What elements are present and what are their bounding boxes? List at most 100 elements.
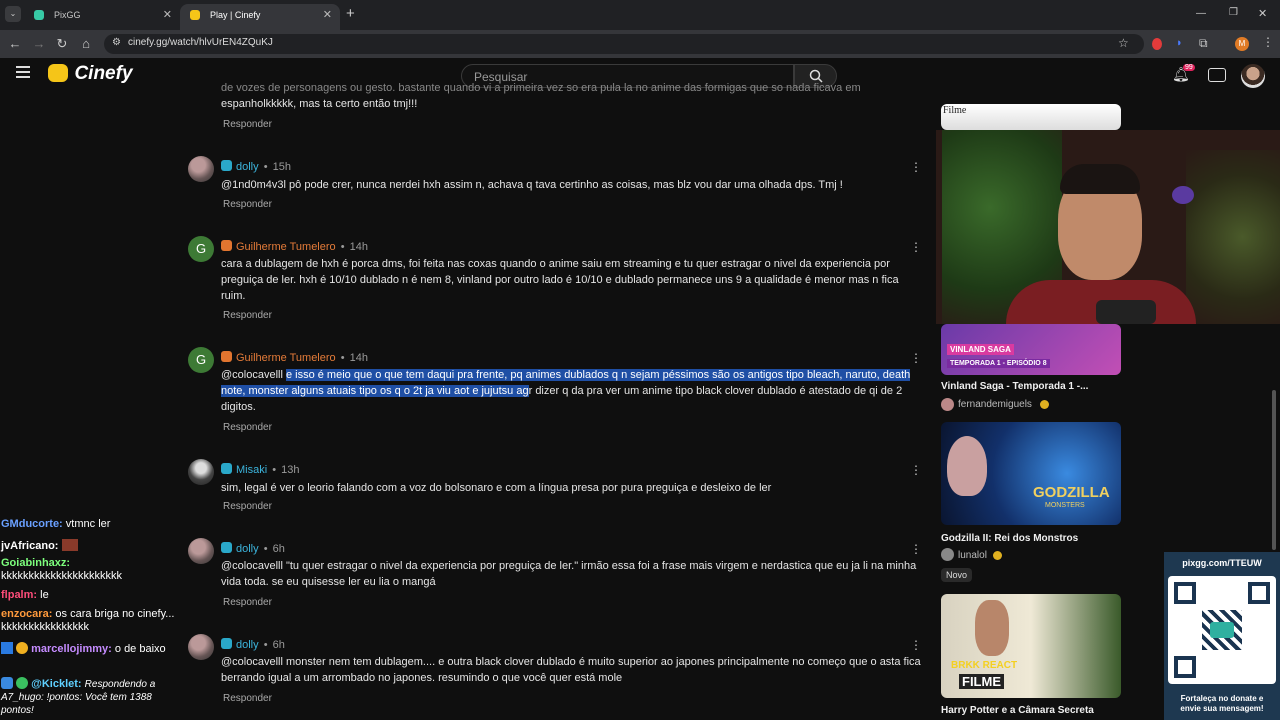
reply-button[interactable]: Responder [223,199,272,210]
chat-message: enzocara: os cara briga no cinefy... kkk… [1,608,181,634]
channel-name[interactable]: fernandemiguels [958,399,1032,410]
reload-icon[interactable]: ↻ [53,35,71,53]
comment-time: 6h [272,543,285,555]
more-options-icon[interactable]: ⋮ [910,463,922,477]
page-scrollbar[interactable] [1272,390,1276,550]
close-tab-icon[interactable]: ✕ [163,4,172,26]
reply-button[interactable]: Responder [223,501,272,512]
chat-username: marcellojimmy: [31,643,112,655]
separator: • [263,161,268,173]
comment-body: espanholkkkkk, mas ta certo então tmj!!! [221,98,418,110]
comment-author[interactable]: Guilherme Tumelero [236,241,336,253]
comment-body: @colocavelll monster nem tem dublagem...… [221,656,921,684]
avatar[interactable] [188,156,214,182]
address-bar[interactable]: ⚙ cinefy.gg/watch/hlvUrEN4ZQuKJ ☆ [104,34,1144,54]
reply-button[interactable]: Responder [223,119,272,130]
more-options-icon[interactable]: ⋮ [910,542,922,556]
thumbnail-title: GODZILLA [1033,484,1110,501]
donate-qr-panel: pixgg.com/TTEUW Fortaleça no donate e en… [1164,552,1280,720]
christmas-tree-right [1186,150,1280,324]
bookmark-star-icon[interactable]: ☆ [1118,36,1129,50]
chat-message: Goiabinhaxz: kkkkkkkkkkkkkkkkkkkkkk [1,557,181,583]
comment-author[interactable]: Misaki [236,464,267,476]
thumbnail-title: BRKK REACT [951,660,1018,671]
comment-author[interactable]: Guilherme Tumelero [236,352,336,364]
maximize-button[interactable]: ❐ [1229,7,1238,18]
avatar[interactable] [188,634,214,660]
comment-meta: Misaki • 13h [221,463,300,476]
separator: • [263,639,268,651]
more-options-icon[interactable]: ⋮ [910,240,922,254]
back-arrow-icon[interactable]: ← [6,35,24,53]
forward-arrow-icon[interactable]: → [30,35,48,53]
tab-cinefy[interactable]: Play | Cinefy ✕ [180,4,340,30]
avatar[interactable] [188,459,214,485]
avatar[interactable]: G [188,236,214,262]
close-tab-icon[interactable]: ✕ [323,4,332,26]
star-badge-icon [221,240,232,251]
user-avatar[interactable] [1241,64,1265,88]
avatar[interactable]: G [188,347,214,373]
tab-title: Play | Cinefy [210,10,261,20]
channel-avatar[interactable] [941,398,954,411]
tv-badge-icon [221,160,232,171]
video-thumbnail[interactable]: VINLAND SAGA TEMPORADA 1 - EPISÓDIO 8 [941,324,1121,375]
channel-name[interactable]: lunalol [958,550,987,561]
reply-button[interactable]: Responder [223,422,272,433]
cinefy-logo[interactable]: Cinefy [48,63,133,85]
chat-message: marcellojimmy: o de baixo [1,642,181,656]
extensions-puzzle-icon[interactable]: ⧉ [1199,36,1208,51]
channel-avatar[interactable] [941,548,954,561]
reply-button[interactable]: Responder [223,597,272,608]
heart-decoration [1172,186,1194,204]
comment-time: 14h [349,352,368,364]
qr-code[interactable] [1168,576,1276,684]
reply-button[interactable]: Responder [223,693,272,704]
chat-message: @Kicklet: Respondendo a A7_hugo: !pontos… [1,677,181,717]
logo-text: Cinefy [74,63,133,84]
tab-search-button[interactable]: ⌄ [5,6,21,22]
donate-url: pixgg.com/TTEUW [1182,558,1262,568]
comment-meta: Guilherme Tumelero • 14h [221,240,368,253]
site-info-icon[interactable]: ⚙ [112,37,121,48]
chat-text: vtmnc ler [65,518,111,530]
minimize-button[interactable]: — [1196,8,1206,19]
browser-tab-bar: ⌄ PixGG ✕ Play | Cinefy ✕ + — ❐ ✕ [0,0,1280,30]
more-options-icon[interactable]: ⋮ [910,160,922,174]
home-icon[interactable]: ⌂ [77,35,95,53]
video-title[interactable]: Vinland Saga - Temporada 1 -... [941,381,1088,392]
video-title[interactable]: Godzilla II: Rei dos Monstros [941,533,1078,544]
tv-badge-icon [221,542,232,553]
video-title[interactable]: Harry Potter e a Câmara Secreta [941,705,1094,716]
comment-author[interactable]: dolly [236,543,259,555]
star-badge-icon [221,351,232,362]
thumbnail-subtitle: FILME [959,674,1004,689]
chat-username: @Kicklet: [31,678,82,690]
extension-red-icon[interactable] [1152,38,1162,50]
reply-button[interactable]: Responder [223,310,272,321]
avatar[interactable] [188,538,214,564]
video-thumbnail[interactable]: Filme [941,104,1121,130]
more-options-icon[interactable]: ⋮ [910,351,922,365]
video-thumbnail[interactable]: BRKK REACT FILME [941,594,1121,698]
chat-username: flpalm: [1,589,38,601]
browser-menu-icon[interactable]: ⋮ [1262,35,1274,49]
extension-audio-icon[interactable]: ◗ [1176,37,1183,49]
more-options-icon[interactable]: ⋮ [910,638,922,652]
new-tab-button[interactable]: + [346,5,355,22]
chat-message: GMducorte: vtmnc ler [1,518,181,531]
comment-author[interactable]: dolly [236,639,259,651]
menu-icon[interactable] [16,66,30,78]
tv-badge-icon [221,463,232,474]
new-badge: Novo [941,568,973,582]
close-window-button[interactable]: ✕ [1258,7,1267,20]
tab-title: PixGG [54,10,81,20]
thumbnail-title: VINLAND SAGA [947,344,1014,355]
profile-avatar-icon[interactable]: M [1235,37,1249,51]
comment-author[interactable]: dolly [236,161,259,173]
verified-icon [1040,400,1049,409]
video-plus-icon[interactable] [1208,68,1226,82]
tab-pixgg[interactable]: PixGG ✕ [24,4,180,30]
video-thumbnail[interactable]: GODZILLA MONSTERS [941,422,1121,525]
separator: • [340,352,345,364]
